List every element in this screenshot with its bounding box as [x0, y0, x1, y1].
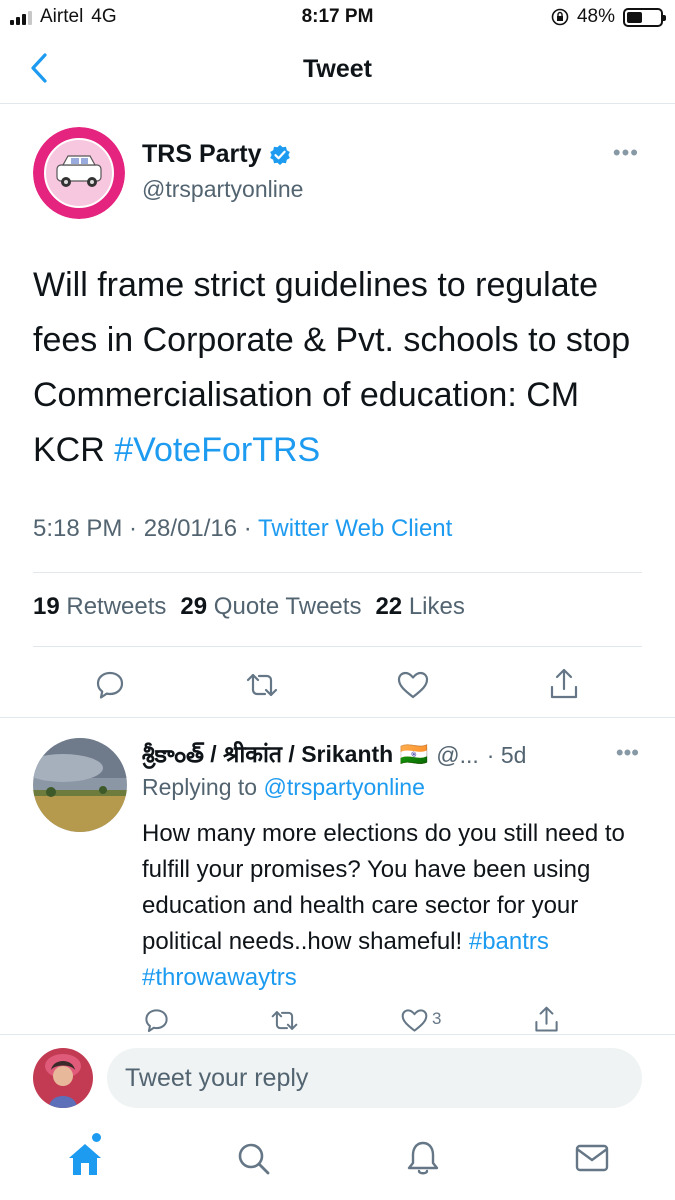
battery-icon	[623, 7, 666, 27]
retweet-icon[interactable]	[270, 1007, 299, 1034]
tweet-source-link[interactable]: Twitter Web Client	[258, 515, 452, 542]
reply-like-count: 3	[432, 1009, 442, 1028]
tweet-text: Will frame strict guidelines to regulate…	[33, 258, 648, 478]
divider	[33, 572, 642, 573]
search-icon[interactable]	[236, 1141, 272, 1177]
reply-text: How many more elections do you still nee…	[142, 816, 642, 996]
reply-actions: 3	[0, 1005, 675, 1037]
battery-percent: 48%	[576, 6, 615, 27]
retweets-count[interactable]: 19 Retweets	[33, 593, 166, 621]
author-handle[interactable]: @trspartyonline	[142, 176, 303, 203]
reply-body: How many more elections do you still nee…	[142, 820, 625, 955]
like-icon[interactable]	[400, 1007, 429, 1034]
divider	[0, 1034, 675, 1035]
reply-author-avatar[interactable]	[33, 738, 127, 832]
tweet-hashtag[interactable]: #VoteForTRS	[114, 431, 320, 469]
tab-bar	[0, 1125, 675, 1200]
notifications-bell-icon[interactable]	[405, 1139, 441, 1177]
replying-to-prefix: Replying to	[142, 774, 264, 800]
tweet-time-date: 5:18 PM · 28/01/16 ·	[33, 515, 259, 542]
new-content-indicator	[92, 1133, 101, 1142]
page-title: Tweet	[303, 55, 372, 83]
verified-badge-icon	[270, 144, 291, 165]
tweet-actions	[0, 665, 675, 705]
author-name-text: TRS Party	[142, 140, 262, 168]
reply-author-handle[interactable]: @...	[436, 742, 479, 769]
more-options-icon[interactable]: •••	[613, 140, 639, 166]
reply-icon[interactable]	[143, 1007, 170, 1034]
more-options-icon[interactable]: •••	[616, 740, 639, 766]
reply-icon[interactable]	[94, 669, 126, 701]
reply-input[interactable]	[107, 1048, 642, 1108]
share-icon[interactable]	[533, 1005, 560, 1034]
current-user-avatar[interactable]	[33, 1048, 93, 1108]
divider	[33, 646, 642, 647]
party-logo-avatar[interactable]	[33, 127, 125, 219]
engagement-counts: 19 Retweets 29 Quote Tweets 22 Likes	[33, 593, 465, 621]
like-icon[interactable]	[396, 669, 430, 701]
author-name[interactable]: TRS Party	[142, 140, 291, 169]
reply-age: · 5d	[486, 742, 527, 768]
retweet-icon[interactable]	[245, 669, 279, 701]
status-bar: Airtel 4G 8:17 PM 48%	[0, 0, 675, 36]
orientation-lock-icon	[551, 8, 569, 26]
share-icon[interactable]	[548, 667, 580, 701]
divider	[0, 717, 675, 718]
replying-to-link[interactable]: @trspartyonline	[263, 774, 424, 800]
nav-bar: Tweet	[0, 36, 675, 104]
replying-to: Replying to @trspartyonline	[142, 774, 425, 801]
home-icon[interactable]	[66, 1141, 104, 1177]
status-right: 48%	[551, 6, 666, 28]
reply-header: శ్రీకాంత్ / श्रीकांत / Srikanth 🇮🇳 @... …	[142, 737, 526, 774]
reply-author-name[interactable]: శ్రీకాంత్ / श्रीकांत / Srikanth 🇮🇳	[142, 737, 428, 774]
tweet-timestamp: 5:18 PM · 28/01/16 · Twitter Web Client	[33, 515, 452, 543]
likes-count[interactable]: 22 Likes	[375, 593, 464, 621]
quote-tweets-count[interactable]: 29 Quote Tweets	[180, 593, 361, 621]
messages-mail-icon[interactable]	[574, 1143, 610, 1173]
